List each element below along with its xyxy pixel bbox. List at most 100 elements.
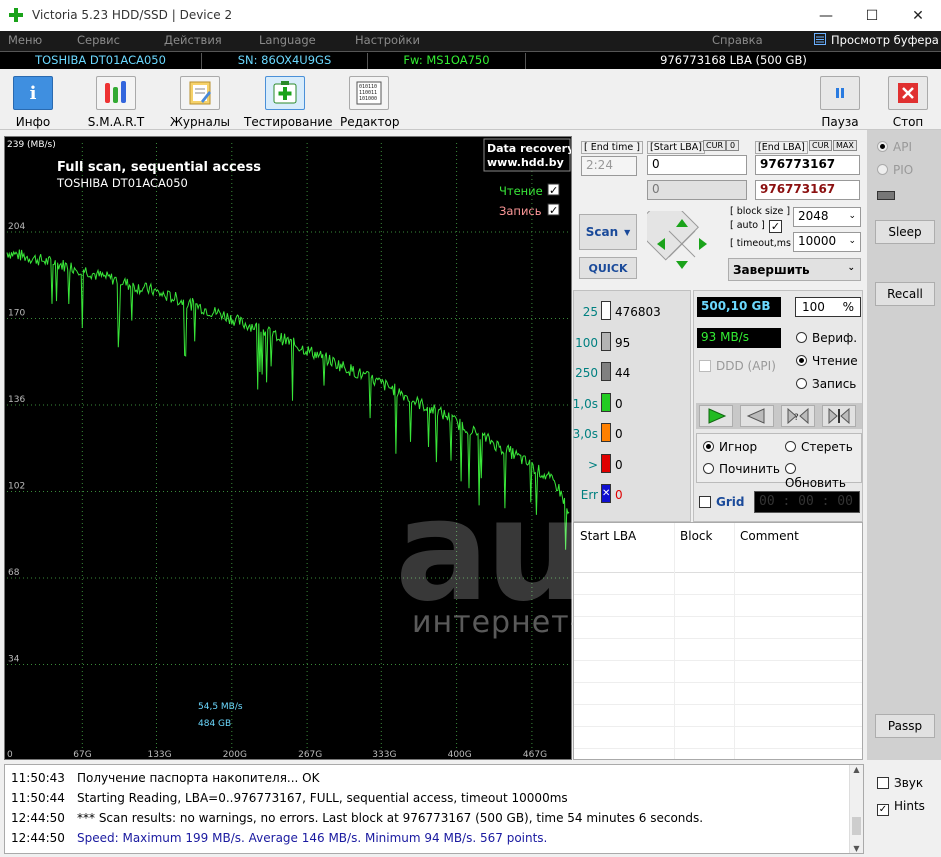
log-message: Speed: Maximum 199 MB/s. Average 146 MB/… [77,831,548,845]
hints-label: Hints [894,799,925,813]
end-lba-max-button[interactable]: MAX [833,140,857,151]
scroll-down-icon[interactable]: ▼ [850,844,863,853]
x-tick-label: 67G [73,750,91,759]
smart-button[interactable]: S.M.A.R.T [86,76,146,129]
logs-icon [180,76,220,110]
minimize-button[interactable]: — [803,0,849,31]
pause-button[interactable]: Пауза [818,76,862,129]
block-stat-row: 250 44 [574,362,690,384]
finish-action-select[interactable]: Завершить ⌄ [728,258,861,281]
end-lba-cur-button[interactable]: CUR [809,140,832,151]
write-option[interactable]: Запись [796,377,856,391]
current-speed-readout: 54,5 MB/s [198,702,243,712]
sound-checkbox[interactable] [877,777,889,789]
grid-option[interactable]: Grid [699,495,744,509]
device-indicator [877,191,895,200]
logs-button[interactable]: Журналы [170,76,230,129]
menu-item-settings[interactable]: Настройки [355,33,420,47]
refresh-radio[interactable] [785,463,796,474]
api-radio[interactable] [877,141,888,152]
smart-button-label: S.M.A.R.T [87,115,145,129]
close-button[interactable]: ✕ [895,0,941,31]
hints-checkbox[interactable]: ✓ [877,804,889,816]
info-button[interactable]: i Инфо [10,76,56,129]
verify-radio[interactable] [796,332,807,343]
ddd-api-checkbox[interactable] [699,360,711,372]
write-radio[interactable] [796,378,807,389]
start-lba-zero-button[interactable]: 0 [726,140,740,151]
start-lba-cur-button[interactable]: CUR [703,140,726,151]
repair-option[interactable]: Починить [703,462,780,476]
back-button[interactable] [740,405,774,427]
refresh-label: Обновить [785,476,846,490]
timeout-value: 10000 [798,234,837,248]
log-row: 11:50:43 Получение паспорта накопителя...… [11,771,319,791]
hints-option[interactable]: ✓ Hints [877,799,925,816]
chevron-down-icon: ⌄ [848,211,856,221]
testing-icon [265,76,305,110]
editor-button[interactable]: 010110 110011 101000 Редактор [340,76,400,129]
scroll-up-icon[interactable]: ▲ [850,765,863,774]
end-time-input[interactable]: 2:24 [581,156,637,176]
control-panel: [ End time ] 2:24 [Start LBA] CUR 0 0 0 … [573,136,863,760]
direction-pad[interactable] [647,211,717,277]
recall-button[interactable]: Recall [875,282,935,306]
pio-radio[interactable] [877,164,888,175]
y-tick-label: 68 [8,568,20,578]
api-option[interactable]: API [877,140,912,154]
erase-radio[interactable] [785,441,796,452]
menu-item-language[interactable]: Language [259,33,316,47]
passp-button[interactable]: Passp [875,714,935,738]
grid-label: Grid [716,495,745,509]
sleep-button[interactable]: Sleep [875,220,935,244]
scan-button[interactable]: Scan ▼ [579,214,637,250]
erase-option[interactable]: Стереть [785,440,853,454]
menu-item-buffer[interactable]: Просмотр буфера [831,33,939,47]
api-label: API [893,140,912,154]
chevron-down-icon: ⌄ [848,236,856,246]
menu-item-help[interactable]: Справка [712,33,763,47]
block-stat-swatch [601,301,611,320]
quick-button[interactable]: QUICK [579,257,637,279]
testing-button-label: Тестирование [244,115,333,129]
menu-item-service[interactable]: Сервис [77,33,120,47]
repair-radio[interactable] [703,463,714,474]
block-stat-label: 1,0s [572,396,598,411]
end-lba-input[interactable]: 976773167 [755,155,860,175]
log-scrollbar[interactable]: ▲ ▼ [849,765,863,853]
menu-item-menu[interactable]: Меню [8,33,42,47]
col-block: Block [680,529,713,543]
skip-button[interactable]: ? [781,405,815,427]
testing-button[interactable]: Тестирование [244,76,333,129]
verify-option[interactable]: Вериф. [796,331,857,345]
start-lba-input[interactable]: 0 [647,155,747,175]
start-lba-label: [Start LBA] [647,141,705,154]
progress-percent: 100% [795,297,861,317]
ignore-radio[interactable] [703,441,714,452]
end-button[interactable] [822,405,856,427]
editor-button-label: Редактор [340,115,400,129]
block-size-select[interactable]: 2048 ⌄ [793,207,861,227]
x-tick-label: 267G [298,750,322,759]
toolbar: i Инфо S.M.A.R.T Журналы Тестирование 01… [0,70,941,130]
read-radio[interactable] [796,355,807,366]
menu-item-actions[interactable]: Действия [164,33,222,47]
finish-action-value: Завершить [733,262,810,277]
read-option[interactable]: Чтение [796,354,858,368]
ddd-api-option[interactable]: DDD (API) [699,359,776,373]
play-button[interactable] [699,405,733,427]
scroll-thumb[interactable] [852,817,861,835]
stop-button[interactable]: Стоп [886,76,930,129]
ignore-option[interactable]: Игнор [703,440,757,454]
grid-checkbox[interactable] [699,496,711,508]
auto-checkbox[interactable]: ✓ [769,220,782,233]
play-icon [708,408,727,424]
timeout-select[interactable]: 10000 ⌄ [793,232,861,252]
x-tick-label: 0 [7,750,13,759]
sound-option[interactable]: Звук [877,776,923,790]
refresh-option[interactable]: Обновить [785,462,861,490]
maximize-button[interactable]: ☐ [849,0,895,31]
x-tick-label: 333G [372,750,396,759]
ddd-api-label: DDD (API) [716,359,776,373]
pio-option[interactable]: PIO [877,163,913,177]
